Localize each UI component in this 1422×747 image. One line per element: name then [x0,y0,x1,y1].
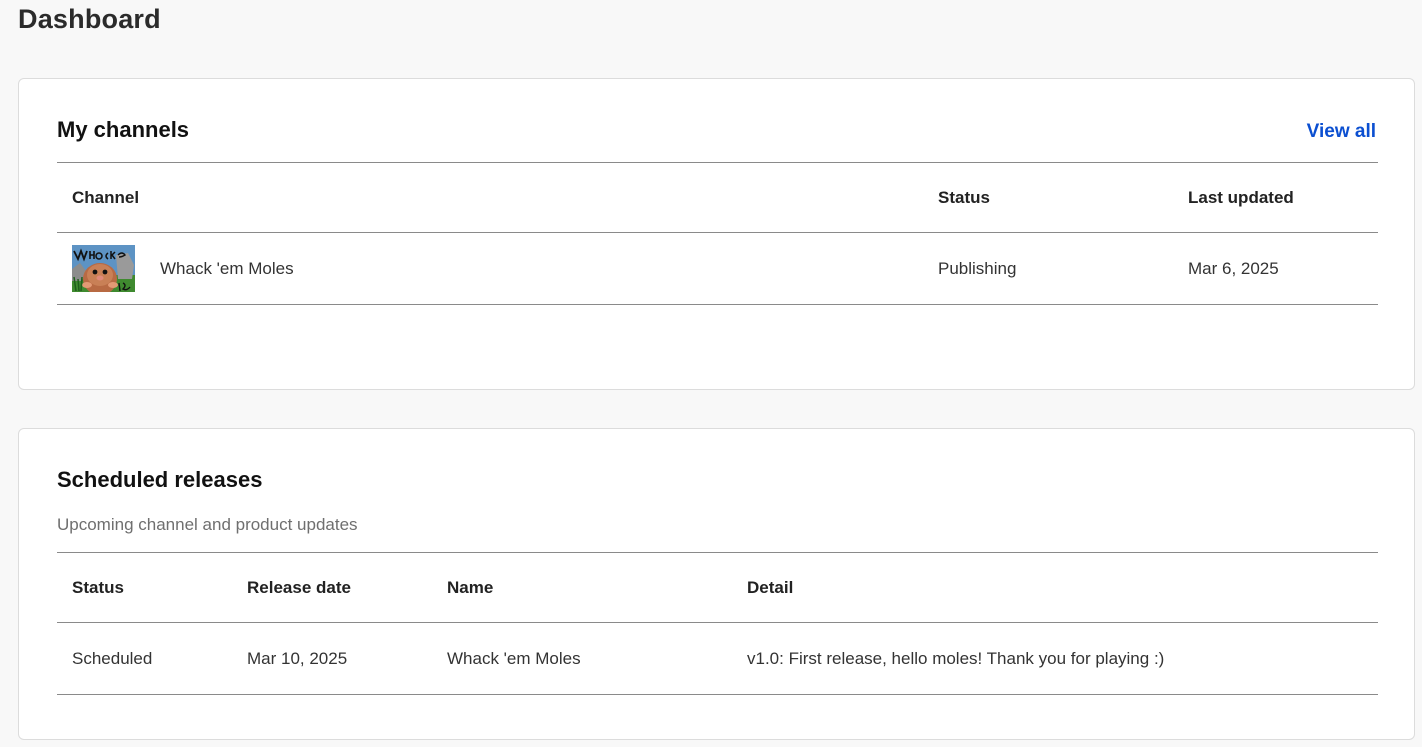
column-header-last-updated: Last updated [1173,162,1378,233]
releases-table-header-row: Status Release date Name Detail [57,552,1378,623]
channels-table-header-row: Channel Status Last updated [57,162,1378,233]
release-name: Whack 'em Moles [432,622,732,695]
table-row[interactable]: Scheduled Mar 10, 2025 Whack 'em Moles v… [57,622,1378,695]
column-header-name: Name [432,552,732,623]
column-header-channel: Channel [57,162,923,233]
release-status: Scheduled [57,622,232,695]
table-row[interactable]: Whack 'em Moles Publishing Mar 6, 2025 [57,232,1378,305]
column-header-status: Status [57,552,232,623]
column-header-status: Status [923,162,1173,233]
scheduled-releases-header: Scheduled releases [57,467,1376,493]
scheduled-releases-subtitle: Upcoming channel and product updates [57,515,358,534]
column-header-release-date: Release date [232,552,432,623]
releases-table: Status Release date Name Detail Schedule… [57,552,1378,695]
my-channels-header: My channels View all [57,117,1376,143]
channel-last-updated: Mar 6, 2025 [1173,232,1378,305]
view-all-link[interactable]: View all [1307,121,1376,143]
channels-table: Channel Status Last updated Whack 'em Mo… [57,162,1378,305]
channel-status: Publishing [923,232,1173,305]
whack-em-moles-thumbnail-icon [72,245,135,292]
scheduled-releases-card: Scheduled releases Upcoming channel and … [18,428,1415,740]
page-title: Dashboard [18,4,161,34]
release-date: Mar 10, 2025 [232,622,432,695]
scheduled-releases-title: Scheduled releases [57,467,263,492]
release-detail: v1.0: First release, hello moles! Thank … [732,622,1378,695]
channel-name: Whack 'em Moles [160,258,294,278]
my-channels-card: My channels View all Channel Status Last… [18,78,1415,390]
my-channels-title: My channels [57,117,190,142]
channel-cell[interactable]: Whack 'em Moles [57,232,923,305]
column-header-detail: Detail [732,552,1378,623]
